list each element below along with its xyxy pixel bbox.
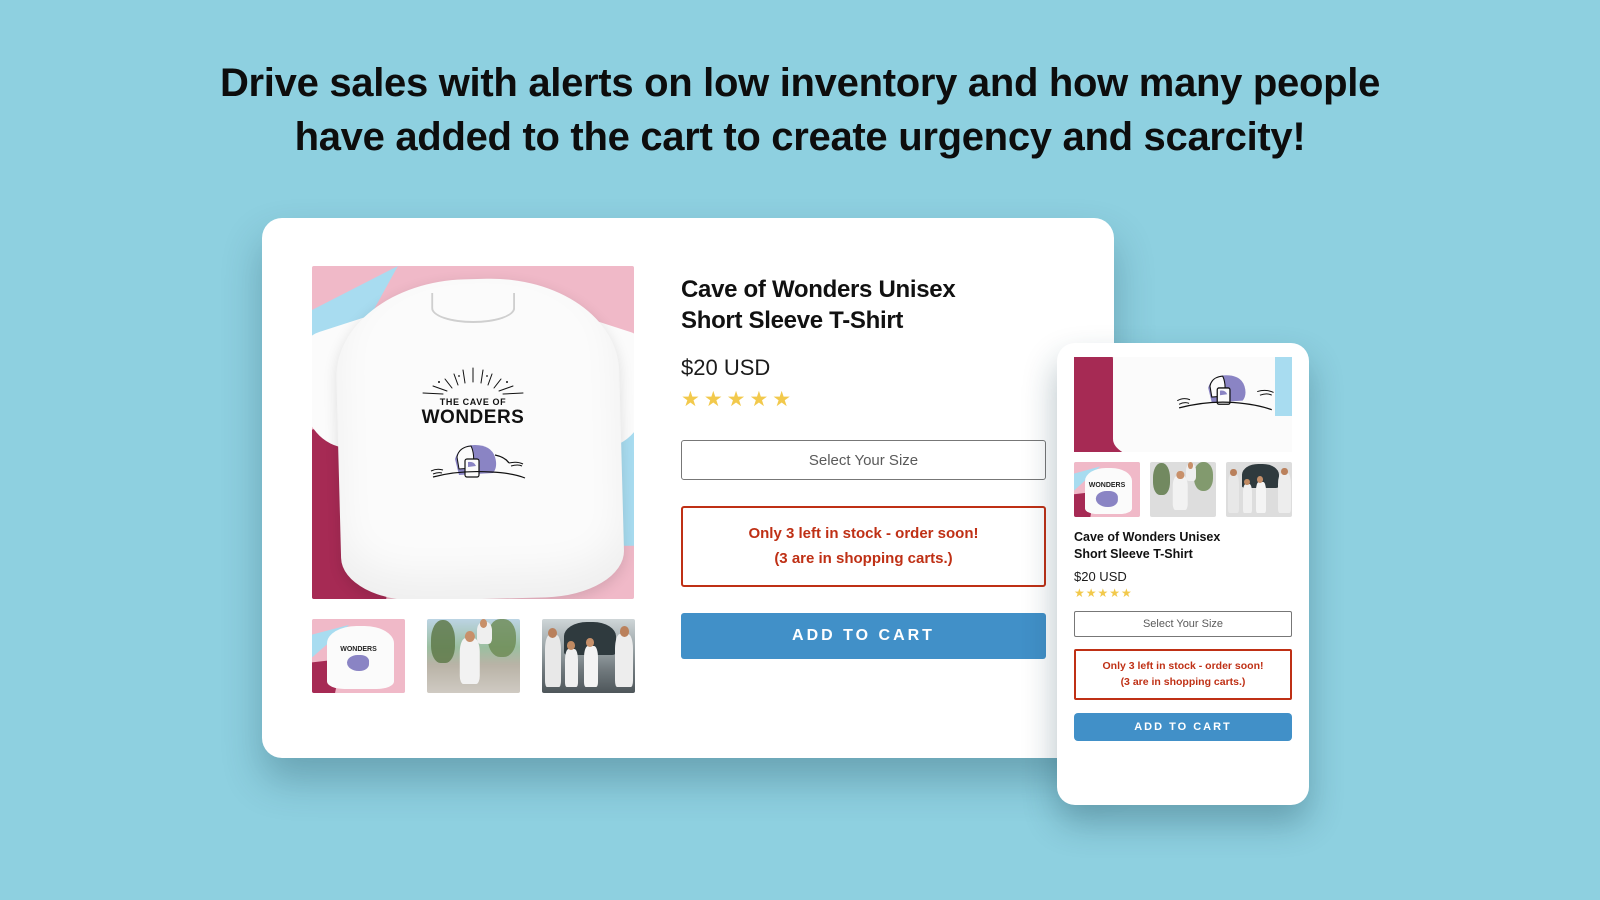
main-product-image[interactable]: THE CAVE OF WONDERS (312, 266, 634, 599)
thumb1-beast-shape (347, 654, 370, 671)
thumbnail-2[interactable] (427, 619, 520, 693)
mobile-thumb3-person-4 (1278, 473, 1291, 513)
headline-line-2-prefix: have added to the cart to create (294, 115, 899, 159)
mobile-thumb3-person-1 (1227, 474, 1240, 513)
product-title-line-1: Cave of Wonders Unisex (681, 276, 956, 303)
product-title-line-2: Short Sleeve T-Shirt (681, 307, 904, 334)
mobile-size-select[interactable]: Select Your Size (1074, 611, 1292, 637)
shirt-art-line-2: WONDERS (421, 406, 525, 428)
headline-line-1: Drive sales with alerts on low inventory… (219, 61, 1381, 105)
rating-stars: ★★★★★ (681, 388, 796, 411)
mobile-product-card: WONDERS Cave of Wonders Unisex Short Sle… (1057, 343, 1309, 805)
thumb3-person-3-head (585, 638, 595, 648)
mobile-add-to-cart-button[interactable]: ADD TO CART (1074, 713, 1292, 741)
size-select-label: Select Your Size (808, 451, 919, 469)
mobile-add-to-cart-label: ADD TO CART (1134, 721, 1232, 733)
mobile-product-price: $20 USD (1074, 569, 1127, 584)
desktop-product-card: THE CAVE OF WONDERS WONDERS Cave of Wond… (262, 218, 1114, 758)
thumb3-person-1-head (547, 627, 557, 639)
mobile-stock-alert: Only 3 left in stock - order soon! (3 ar… (1074, 649, 1292, 700)
mobile-thumb3-person-4-head (1281, 467, 1289, 476)
thumbnail-strip: WONDERS (312, 619, 636, 693)
shirt-art-line-1: THE CAVE OF (439, 396, 507, 407)
mobile-main-product-image[interactable] (1074, 357, 1292, 452)
product-price: $20 USD (681, 355, 771, 380)
mobile-thumbnail-strip: WONDERS (1074, 462, 1292, 517)
thumb3-person-1 (544, 635, 561, 688)
thumbnail-3[interactable] (542, 619, 635, 693)
mobile-stock-alert-line-2: (3 are in shopping carts.) (1120, 676, 1246, 688)
mobile-size-select-label: Select Your Size (1142, 618, 1224, 630)
mobile-thumb3-person-3 (1255, 481, 1266, 513)
mobile-thumb1-beast-shape (1095, 490, 1118, 507)
thumb2-tree-left (430, 620, 455, 664)
stock-alert: Only 3 left in stock - order soon! (3 ar… (681, 506, 1046, 587)
headline-emphasis: urgency and scarcity! (898, 115, 1306, 159)
page-headline: Drive sales with alerts on low inventory… (0, 56, 1600, 164)
sunburst-icon (422, 367, 524, 395)
cave-beast-icon (430, 444, 526, 479)
mobile-product-title-line-2: Short Sleeve T-Shirt (1074, 547, 1193, 561)
mobile-cave-beast-icon (1176, 375, 1274, 411)
mobile-thumb2-tree-right (1193, 462, 1214, 491)
shirt-collar (431, 292, 515, 323)
product-title: Cave of Wonders Unisex Short Sleeve T-Sh… (681, 274, 1046, 336)
thumb1-art-text: WONDERS (340, 645, 377, 653)
add-to-cart-button[interactable]: ADD TO CART (681, 613, 1046, 659)
add-to-cart-label: ADD TO CART (792, 627, 935, 644)
thumb3-person-2 (565, 648, 579, 688)
thumb2-adult (459, 638, 480, 685)
mobile-thumb3-person-3-head (1257, 476, 1263, 483)
mobile-thumbnail-1[interactable]: WONDERS (1074, 462, 1140, 517)
mobile-thumb2-tree-left (1152, 463, 1170, 495)
mobile-thumb1-art-text: WONDERS (1088, 481, 1126, 489)
thumbnail-1[interactable]: WONDERS (312, 619, 405, 693)
mobile-product-title-line-1: Cave of Wonders Unisex (1074, 530, 1221, 544)
mobile-product-title: Cave of Wonders Unisex Short Sleeve T-Sh… (1074, 529, 1292, 563)
product-gallery: THE CAVE OF WONDERS WONDERS (312, 266, 636, 758)
stock-alert-line-2: (3 are in shopping carts.) (774, 550, 953, 567)
stock-alert-line-1: Only 3 left in stock - order soon! (748, 525, 979, 542)
thumb1-graphic: WONDERS (332, 646, 386, 671)
thumb3-person-3 (583, 645, 598, 688)
mobile-thumbnail-3[interactable] (1226, 462, 1292, 517)
mobile-thumb3-person-1-head (1229, 468, 1237, 477)
shirt-graphic: THE CAVE OF WONDERS (376, 366, 569, 489)
thumb2-tree-right (488, 619, 517, 658)
mobile-stock-alert-line-1: Only 3 left in stock - order soon! (1102, 660, 1264, 672)
thumb3-person-4 (615, 633, 634, 688)
mobile-thumb1-graphic: WONDERS (1088, 482, 1126, 507)
product-info-panel: Cave of Wonders Unisex Short Sleeve T-Sh… (681, 266, 1046, 758)
size-select[interactable]: Select Your Size (681, 440, 1046, 480)
mobile-thumb2-adult (1173, 476, 1188, 511)
mobile-thumbnail-2[interactable] (1150, 462, 1216, 517)
mobile-thumb2-child-head (1187, 462, 1193, 469)
mobile-thumb3-person-2 (1242, 484, 1252, 513)
mobile-thumb3-person-2-head (1243, 478, 1250, 486)
mobile-rating-stars: ★★★★★ (1074, 586, 1133, 600)
